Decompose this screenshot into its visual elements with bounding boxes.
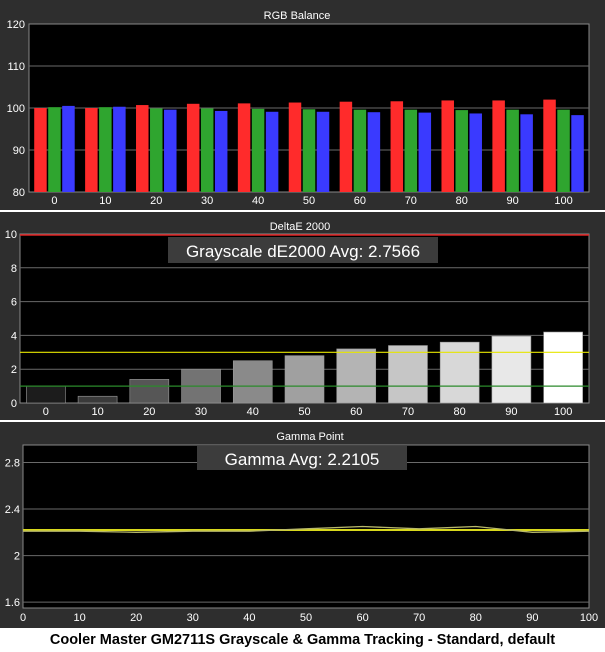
deltae-x-tick-label: 20 xyxy=(143,406,155,418)
rgb-x-tick-label: 60 xyxy=(354,195,366,207)
deltae-x-tick-label: 80 xyxy=(454,406,466,418)
rgb-bar-green xyxy=(200,108,214,192)
deltae-bar xyxy=(543,331,583,404)
deltae-x-tick-label: 100 xyxy=(554,406,572,418)
deltae-y-tick-label: 8 xyxy=(11,263,17,275)
deltae-bar xyxy=(232,360,273,404)
deltae-bar xyxy=(26,385,66,404)
rgb-y-tick-label: 90 xyxy=(13,145,25,157)
rgb-bar-green xyxy=(506,109,519,192)
rgb-bar-blue xyxy=(316,111,330,192)
deltae-x-tick-label: 10 xyxy=(91,406,103,418)
rgb-y-tick-label: 80 xyxy=(13,187,25,199)
rgb-x-tick-label: 90 xyxy=(507,195,519,207)
deltae-y-tick-label: 2 xyxy=(11,364,17,376)
gamma-x-tick-label: 70 xyxy=(413,612,425,624)
rgb-x-tick-label: 100 xyxy=(554,195,572,207)
rgb-bar-blue xyxy=(469,113,482,192)
gamma-y-tick-label: 2.4 xyxy=(5,504,20,516)
gamma-x-tick-label: 90 xyxy=(526,612,538,624)
gamma-y-tick-label: 2 xyxy=(14,551,20,563)
rgb-bar-blue xyxy=(214,110,228,192)
gamma-x-tick-label: 20 xyxy=(130,612,142,624)
rgb-bar-green xyxy=(251,108,265,192)
gamma-x-tick-label: 10 xyxy=(73,612,85,624)
deltae-y-tick-label: 10 xyxy=(5,229,17,241)
rgb-x-tick-label: 50 xyxy=(303,195,315,207)
deltae-x-tick-label: 30 xyxy=(195,406,207,418)
deltae-x-tick-label: 40 xyxy=(247,406,259,418)
rgb-bar-red xyxy=(339,101,353,192)
rgb-bar-red xyxy=(441,100,454,192)
deltae-x-tick-label: 90 xyxy=(505,406,517,418)
gamma-avg-annotation: Gamma Avg: 2.2105 xyxy=(225,450,380,469)
deltae-bar xyxy=(439,341,480,404)
rgb-y-tick-label: 120 xyxy=(7,19,25,31)
rgb-bar-green xyxy=(302,109,316,192)
rgb-bar-red xyxy=(136,105,149,192)
deltae-y-tick-label: 0 xyxy=(11,398,17,410)
rgb-x-tick-label: 30 xyxy=(201,195,213,207)
rgb-bar-blue xyxy=(520,114,533,192)
rgb-bar-green xyxy=(455,110,468,192)
deltae-bar xyxy=(284,355,325,404)
deltae-chart-title: DeltaE 2000 xyxy=(270,221,331,233)
deltae-x-tick-label: 50 xyxy=(298,406,310,418)
rgb-bar-red xyxy=(390,101,404,192)
gamma-x-tick-label: 100 xyxy=(580,612,598,624)
gamma-x-tick-label: 0 xyxy=(20,612,26,624)
deltae-x-tick-label: 70 xyxy=(402,406,414,418)
rgb-x-tick-label: 10 xyxy=(99,195,111,207)
rgb-bar-green xyxy=(48,107,61,192)
figure: RGB Balance DeltaE 2000 Gamma Point 80 90… xyxy=(0,0,605,652)
rgb-y-tick-label: 100 xyxy=(7,103,25,115)
deltae-avg-annotation: Grayscale dE2000 Avg: 2.7566 xyxy=(186,242,420,261)
rgb-x-tick-label: 40 xyxy=(252,195,264,207)
gamma-x-tick-label: 30 xyxy=(187,612,199,624)
rgb-bar-blue xyxy=(265,111,279,192)
rgb-bar-red xyxy=(85,108,98,192)
rgb-bar-blue xyxy=(62,105,75,192)
rgb-x-tick-label: 20 xyxy=(150,195,162,207)
rgb-bar-green xyxy=(99,107,112,192)
gamma-y-tick-label: 1.6 xyxy=(5,597,20,609)
charts-svg: RGB Balance DeltaE 2000 Gamma Point 8090… xyxy=(0,0,605,628)
deltae-bar xyxy=(129,379,170,404)
deltae-y-tick-label: 6 xyxy=(11,297,17,309)
deltae-bar xyxy=(388,345,428,404)
rgb-bar-blue xyxy=(113,106,126,192)
rgb-bar-green xyxy=(404,109,418,192)
deltae-x-tick-label: 60 xyxy=(350,406,362,418)
rgb-bar-red xyxy=(34,108,47,192)
rgb-x-tick-label: 70 xyxy=(405,195,417,207)
rgb-bar-blue xyxy=(418,112,432,192)
rgb-bar-red xyxy=(543,99,556,192)
rgb-bar-red xyxy=(186,103,200,192)
deltae-x-tick-label: 0 xyxy=(43,406,49,418)
rgb-chart-title: RGB Balance xyxy=(264,10,331,22)
gamma-x-tick-label: 50 xyxy=(300,612,312,624)
gamma-y-tick-label: 2.8 xyxy=(5,457,20,469)
rgb-bar-green xyxy=(150,108,163,192)
deltae-bar xyxy=(77,395,118,404)
figure-caption: Cooler Master GM2711S Grayscale & Gamma … xyxy=(49,632,556,648)
rgb-y-tick-label: 110 xyxy=(7,61,25,73)
rgb-bar-green xyxy=(353,109,367,192)
gamma-x-tick-label: 60 xyxy=(356,612,368,624)
gamma-chart-title: Gamma Point xyxy=(276,431,343,443)
rgb-x-tick-label: 80 xyxy=(456,195,468,207)
rgb-bar-blue xyxy=(164,109,177,192)
rgb-x-tick-label: 0 xyxy=(51,195,57,207)
rgb-bar-red xyxy=(288,102,302,192)
rgb-bar-red xyxy=(492,100,505,192)
rgb-bar-green xyxy=(557,109,570,192)
deltae-y-tick-label: 4 xyxy=(11,330,17,342)
deltae-bar xyxy=(491,335,532,404)
gamma-x-tick-label: 80 xyxy=(470,612,482,624)
rgb-bar-blue xyxy=(367,112,381,192)
gamma-x-tick-label: 40 xyxy=(243,612,255,624)
rgb-bar-red xyxy=(237,103,251,192)
deltae-bar xyxy=(336,348,377,404)
rgb-bar-blue xyxy=(571,115,584,192)
